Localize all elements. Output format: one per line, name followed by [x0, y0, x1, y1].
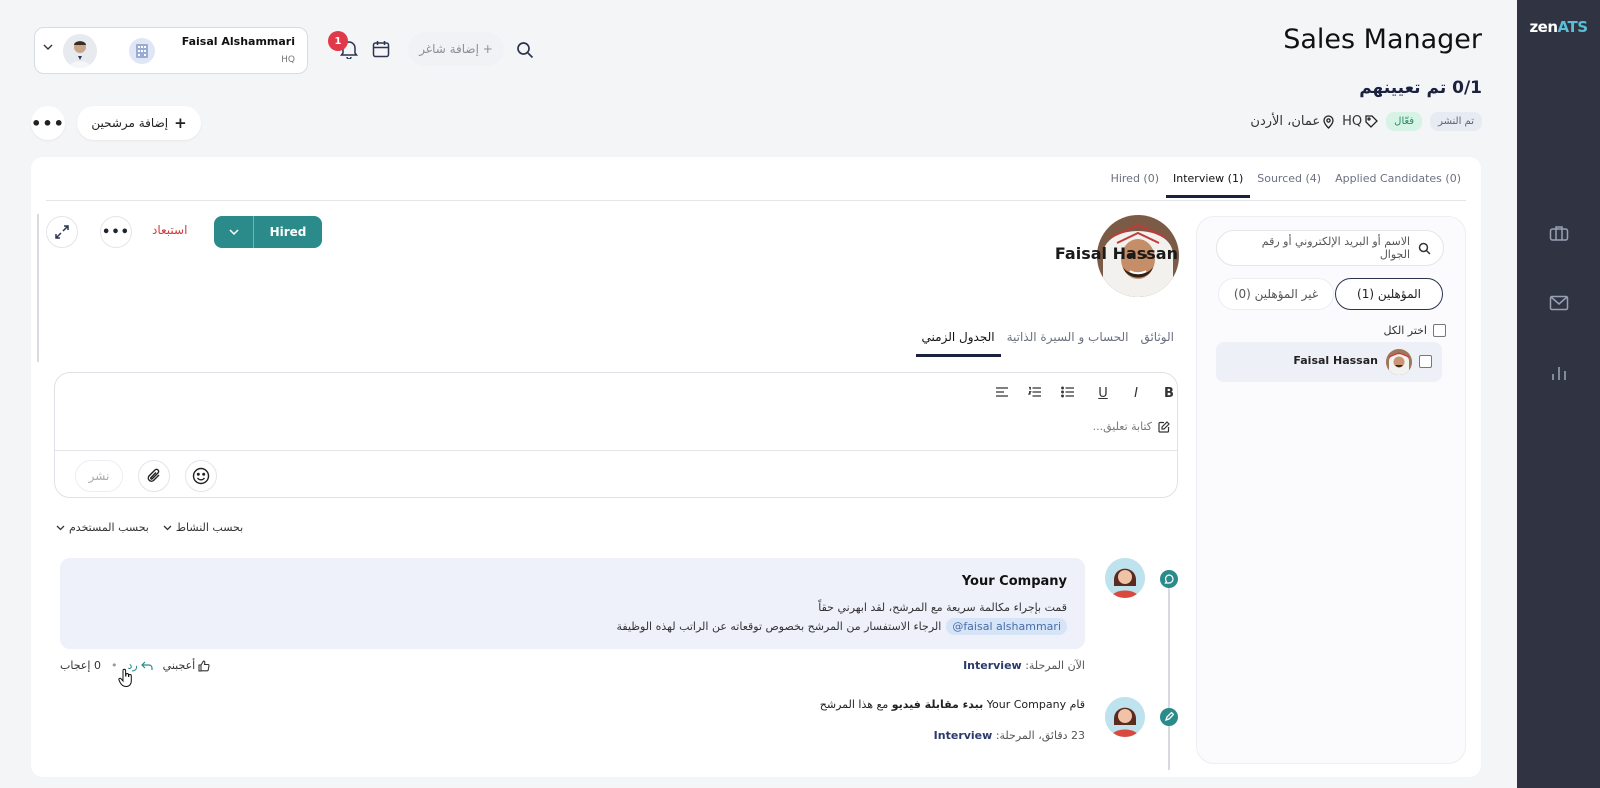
- mail-icon[interactable]: [1544, 288, 1574, 318]
- post-button[interactable]: نشر: [75, 460, 123, 492]
- profile-more-button[interactable]: •••: [100, 216, 132, 248]
- comment-stage: الآن المرحلة: Interview: [963, 659, 1085, 672]
- pipeline-tabs: Applied Candidates (0) Sourced (4) Inter…: [1104, 169, 1468, 198]
- user-org: HQ: [281, 55, 295, 65]
- reply-icon: [140, 661, 153, 670]
- search-icon[interactable]: [514, 39, 536, 61]
- editor-toolbar: B I U: [995, 386, 1178, 401]
- edit-icon: [1158, 420, 1170, 433]
- add-candidates-button[interactable]: + إضافة مرشحين: [77, 106, 201, 140]
- comment-input[interactable]: كتابة تعليق...: [1093, 420, 1170, 433]
- avatar: [63, 34, 97, 68]
- video-edit-icon: [1160, 708, 1178, 726]
- activity-text: قام Your Company ببدء مقابلة فيديو مع هذ…: [819, 698, 1085, 711]
- comment-icon: [1160, 570, 1178, 588]
- tag-icon: [1365, 115, 1379, 128]
- status-badge-published: تم النشر: [1430, 112, 1482, 131]
- job-title: Sales Manager: [1283, 24, 1482, 55]
- unqualified-filter[interactable]: غير المؤهلين (0): [1218, 278, 1334, 310]
- separator-dot: •: [110, 659, 118, 672]
- search-icon: [1418, 242, 1431, 255]
- expand-icon[interactable]: [46, 216, 78, 248]
- chevron-down-icon[interactable]: [43, 44, 53, 51]
- department: HQ: [1342, 114, 1379, 129]
- candidate-name: Faisal Hassan: [1293, 354, 1378, 367]
- profile-tabs: الجدول الزمني الحساب و السيرة الذاتية ال…: [915, 328, 1180, 357]
- chevron-down-icon: [163, 525, 172, 530]
- candidate-checkbox[interactable]: [1419, 355, 1432, 368]
- select-all[interactable]: اختر الكل: [1383, 324, 1446, 337]
- jobs-nav-icon[interactable]: [1544, 218, 1574, 248]
- underline-button[interactable]: U: [1094, 386, 1112, 401]
- numbered-list-icon[interactable]: [1028, 386, 1046, 401]
- thumbs-up-icon: [198, 659, 210, 672]
- tab-hired[interactable]: Hired (0): [1104, 169, 1166, 198]
- attachment-icon[interactable]: [138, 460, 170, 492]
- italic-button[interactable]: I: [1127, 386, 1145, 401]
- user-menu[interactable]: Faisal Alshammari HQ: [34, 27, 308, 74]
- likes-count: 0 إعجاب: [60, 659, 101, 672]
- comment-author: Your Company: [961, 574, 1067, 589]
- candidate-avatar: [1386, 349, 1412, 375]
- panel-edge: [37, 214, 39, 362]
- select-all-checkbox[interactable]: [1433, 324, 1446, 337]
- comma: ،: [1034, 729, 1042, 742]
- user-name: Faisal Alshammari: [181, 35, 295, 48]
- assigned-count: 0/1 تم تعيينهم: [1359, 78, 1482, 98]
- divider: [46, 200, 1466, 201]
- qualified-filter[interactable]: المؤهلين (1): [1335, 278, 1443, 310]
- chevron-down-icon: [56, 525, 65, 530]
- stage-dropdown-button[interactable]: Hired: [214, 216, 322, 248]
- status-badge-active: فعّال: [1386, 112, 1423, 131]
- notification-count-badge: 1: [328, 31, 348, 51]
- editor-divider: [55, 450, 1177, 451]
- calendar-icon[interactable]: [369, 37, 393, 61]
- author-avatar: [1105, 697, 1145, 737]
- emoji-icon[interactable]: [185, 460, 217, 492]
- tab-account-cv[interactable]: الحساب و السيرة الذاتية: [1001, 328, 1135, 357]
- side-rail: zenATS: [1517, 0, 1600, 788]
- comment-reactions: أعجبني رد • 0 إعجاب: [60, 659, 210, 672]
- bullet-list-icon[interactable]: [1061, 386, 1079, 401]
- like-button[interactable]: أعجبني: [163, 659, 211, 672]
- author-avatar: [1105, 558, 1145, 598]
- tab-documents[interactable]: الوثائق: [1134, 328, 1180, 357]
- comment-text-2: @faisal alshammari الرجاء الاستفسار من ا…: [616, 618, 1067, 635]
- bold-button[interactable]: B: [1160, 386, 1178, 401]
- candidate-list-item[interactable]: Faisal Hassan: [1216, 342, 1442, 382]
- candidate-search-input[interactable]: الاسم أو البريد الإلكتروني أو رقم الجوال: [1216, 230, 1444, 266]
- building-icon: [129, 38, 155, 64]
- filter-by-user[interactable]: بحسب المستخدم: [56, 521, 149, 534]
- candidate-profile-name: Faisal Hassan: [1054, 244, 1178, 263]
- timeline-filters: بحسب النشاط بحسب المستخدم: [56, 521, 243, 534]
- more-options-button[interactable]: •••: [31, 106, 65, 140]
- tab-applied[interactable]: Applied Candidates (0): [1328, 169, 1468, 198]
- user-mention[interactable]: @faisal alshammari: [946, 618, 1067, 635]
- comment-card: Your Company قمت بإجراء مكالمة سريعة مع …: [60, 558, 1085, 649]
- job-meta: عمان، الأردن HQ فعّال تم النشر: [1250, 112, 1482, 131]
- location: عمان، الأردن: [1250, 114, 1334, 129]
- plus-icon: +: [174, 114, 187, 132]
- comment-text: قمت بإجراء مكالمة سريعة مع المرشح، لقد ا…: [818, 601, 1067, 614]
- chart-icon[interactable]: [1544, 358, 1574, 388]
- app-logo[interactable]: zenATS: [1517, 18, 1600, 36]
- align-left-icon[interactable]: [995, 386, 1013, 401]
- tab-sourced[interactable]: Sourced (4): [1250, 169, 1328, 198]
- add-vacancy-button[interactable]: + إضافة شاغر: [408, 32, 504, 66]
- location-pin-icon: [1323, 114, 1334, 129]
- chevron-down-icon[interactable]: [214, 216, 254, 248]
- tab-timeline[interactable]: الجدول الزمني: [915, 328, 1001, 357]
- activity-stage: 23 دقائق، المرحلة: Interview: [933, 729, 1085, 742]
- exclude-button[interactable]: استبعاد: [152, 223, 187, 237]
- filter-by-activity[interactable]: بحسب النشاط: [163, 521, 243, 534]
- tab-interview[interactable]: Interview (1): [1166, 169, 1251, 198]
- hand-cursor-icon: [118, 668, 134, 688]
- timeline-line: [1168, 580, 1170, 770]
